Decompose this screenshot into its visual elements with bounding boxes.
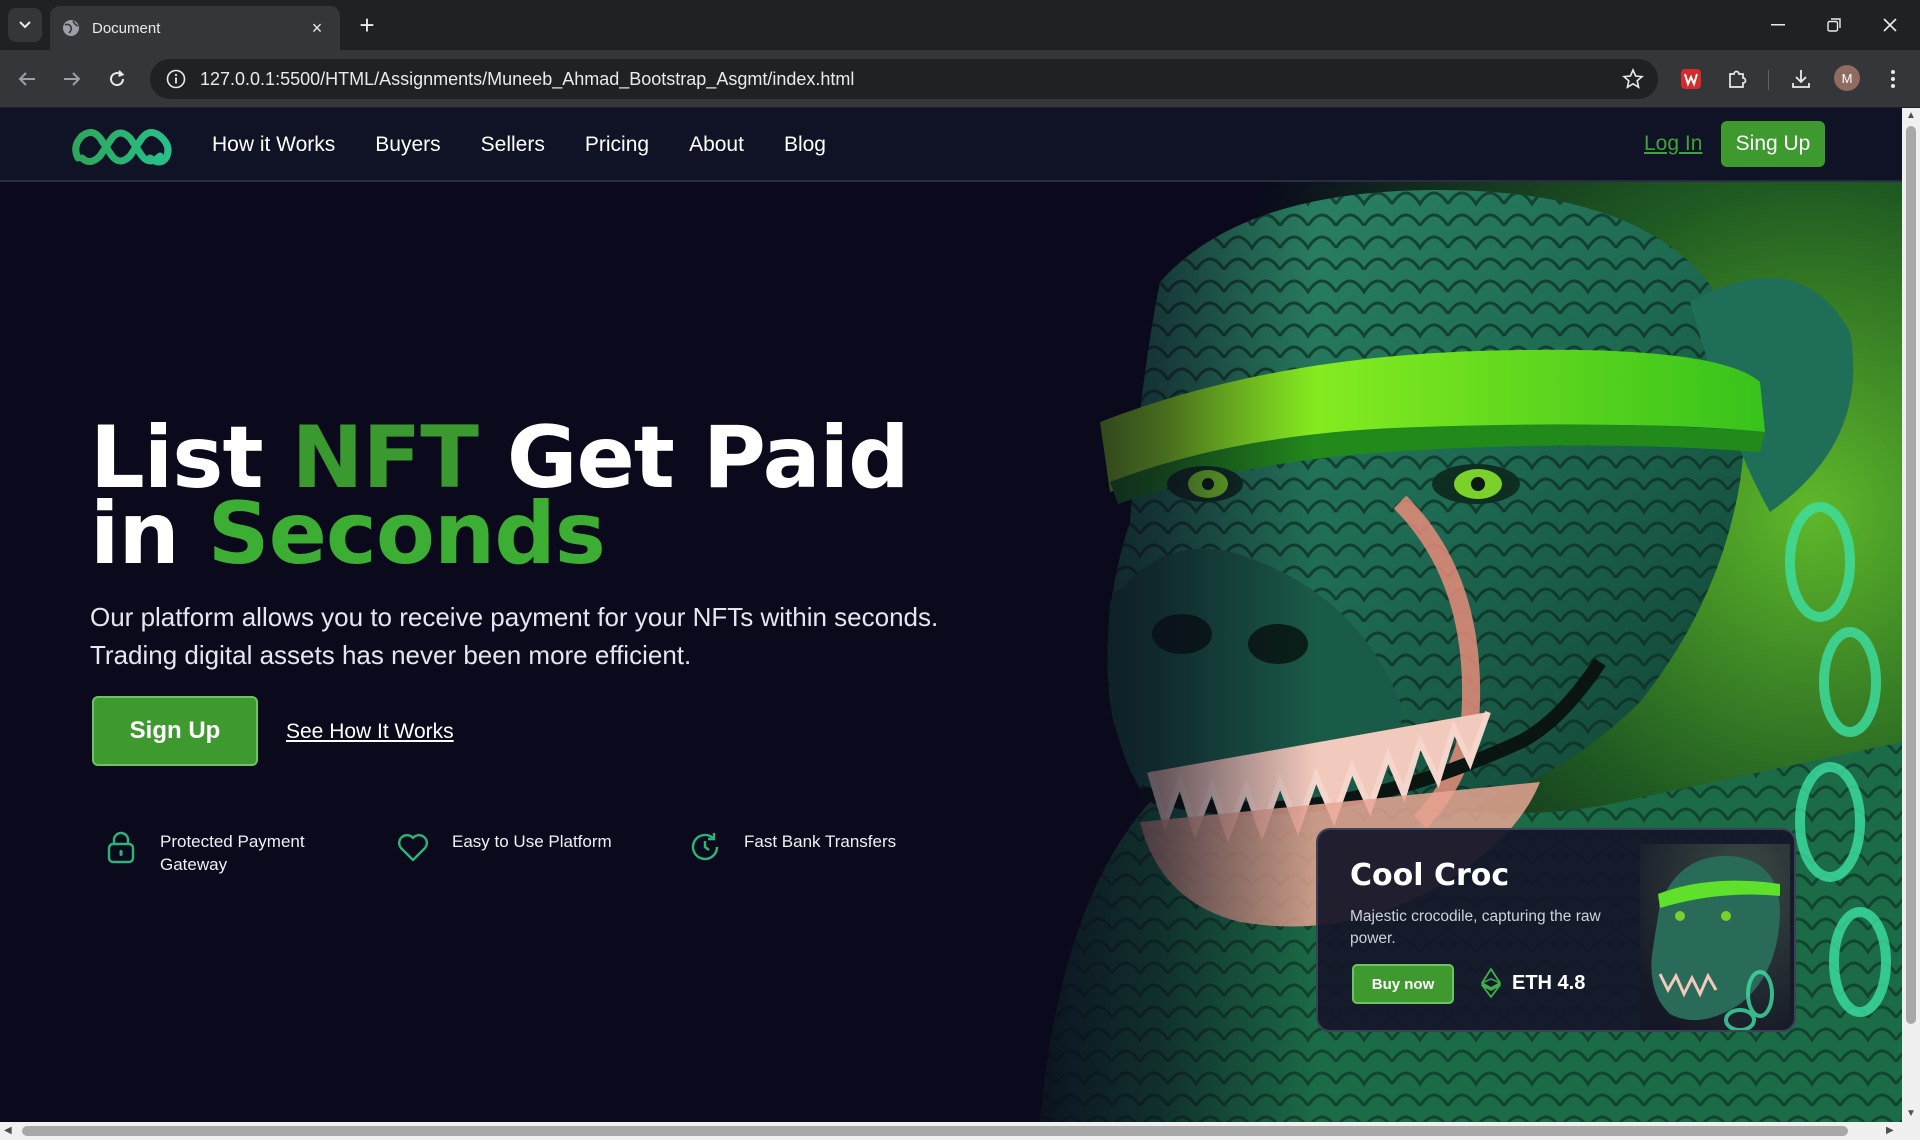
hero-headline: List NFT Get Paid in Seconds xyxy=(90,415,910,577)
forward-button[interactable] xyxy=(55,62,89,96)
puzzle-icon xyxy=(1729,70,1747,88)
nav-link-about[interactable]: About xyxy=(689,133,744,157)
feature-label: Fast Bank Transfers xyxy=(744,832,897,851)
scroll-left-arrow-icon[interactable]: ◀ xyxy=(4,1125,12,1136)
hero-description: Our platform allows you to receive payme… xyxy=(90,602,939,670)
address-bar[interactable]: 127.0.0.1:5500/HTML/Assignments/Muneeb_A… xyxy=(150,59,1658,99)
tab-search-button[interactable] xyxy=(8,8,42,42)
bookmark-star-icon[interactable] xyxy=(1622,68,1644,90)
site-info-icon[interactable] xyxy=(166,69,186,89)
nft-card: Cool Croc Majestic crocodile, capturing … xyxy=(1316,828,1796,1032)
close-icon xyxy=(1883,18,1897,32)
horizontal-scrollbar[interactable]: ◀ ▶ xyxy=(0,1122,1920,1140)
login-link[interactable]: Log In xyxy=(1644,132,1702,156)
browser-tab-bar: Document × + xyxy=(0,0,1920,50)
arrow-right-icon xyxy=(64,72,81,86)
red-extension-icon xyxy=(1681,69,1701,89)
downloads-button[interactable] xyxy=(1786,64,1816,94)
ethereum-icon xyxy=(1481,968,1501,998)
download-icon xyxy=(1792,70,1810,88)
feature-label: Easy to Use Platform xyxy=(452,832,612,851)
scroll-right-arrow-icon[interactable]: ▶ xyxy=(1886,1125,1894,1136)
headline-word: in xyxy=(90,484,180,584)
profile-avatar[interactable]: M xyxy=(1834,65,1860,91)
headline-highlight-seconds: Seconds xyxy=(207,484,606,584)
kebab-menu-icon xyxy=(1891,70,1895,88)
browser-toolbar: 127.0.0.1:5500/HTML/Assignments/Muneeb_A… xyxy=(0,50,1920,108)
minimize-icon xyxy=(1771,24,1785,26)
vertical-scroll-thumb[interactable] xyxy=(1906,126,1916,1024)
web-page: How it Works Buyers Sellers Pricing Abou… xyxy=(0,108,1902,1122)
feature-fast-transfers: Fast Bank Transfers xyxy=(688,830,896,864)
nav-signup-button[interactable]: Sing Up xyxy=(1721,121,1825,167)
back-button[interactable] xyxy=(10,62,44,96)
nav-link-blog[interactable]: Blog xyxy=(784,133,826,157)
feature-easy-to-use: Easy to Use Platform xyxy=(396,830,612,864)
toolbar-divider xyxy=(1768,70,1769,90)
extension-icon[interactable] xyxy=(1676,64,1706,94)
horizontal-scroll-thumb[interactable] xyxy=(22,1126,1848,1136)
extensions-button[interactable] xyxy=(1722,64,1752,94)
vertical-scrollbar[interactable]: ▲ ▼ xyxy=(1902,108,1920,1122)
hero-signup-button[interactable]: Sign Up xyxy=(92,696,258,766)
cool-croc-thumbnail xyxy=(1640,844,1790,1030)
arrow-left-icon xyxy=(18,72,35,86)
nav-link-buyers[interactable]: Buyers xyxy=(375,133,440,157)
new-tab-button[interactable]: + xyxy=(352,10,382,40)
card-price: ETH 4.8 xyxy=(1480,968,1585,998)
nav-link-how-it-works[interactable]: How it Works xyxy=(212,133,335,157)
site-navbar: How it Works Buyers Sellers Pricing Abou… xyxy=(0,108,1902,182)
brand-logo-icon[interactable] xyxy=(72,124,174,168)
reload-icon xyxy=(110,70,125,87)
buy-now-button[interactable]: Buy now xyxy=(1352,964,1454,1004)
minimize-button[interactable] xyxy=(1750,0,1806,50)
feature-label: Protected Payment Gateway xyxy=(160,832,305,874)
scroll-down-arrow-icon[interactable]: ▼ xyxy=(1906,1108,1916,1119)
globe-icon xyxy=(63,20,79,36)
chevron-down-icon xyxy=(19,21,31,29)
tab-title: Document xyxy=(92,19,161,37)
clock-refresh-icon xyxy=(691,833,719,861)
heart-icon xyxy=(398,834,428,862)
nav-link-pricing[interactable]: Pricing xyxy=(585,133,649,157)
lock-icon xyxy=(107,831,135,864)
close-window-button[interactable] xyxy=(1862,0,1918,50)
card-title: Cool Croc xyxy=(1350,858,1510,893)
feature-protected-payment: Protected Payment Gateway xyxy=(104,830,305,876)
price-value: ETH 4.8 xyxy=(1512,971,1586,994)
restore-icon xyxy=(1827,18,1841,32)
card-description: Majestic crocodile, capturing the raw po… xyxy=(1350,908,1601,947)
nav-link-sellers[interactable]: Sellers xyxy=(481,133,545,157)
close-tab-icon[interactable]: × xyxy=(306,17,328,39)
browser-tab[interactable]: Document × xyxy=(50,6,340,50)
url-text: 127.0.0.1:5500/HTML/Assignments/Muneeb_A… xyxy=(200,68,855,89)
menu-button[interactable] xyxy=(1878,64,1908,94)
nav-links: How it Works Buyers Sellers Pricing Abou… xyxy=(212,108,866,182)
reload-button[interactable] xyxy=(100,62,134,96)
see-how-it-works-link[interactable]: See How It Works xyxy=(286,720,454,744)
restore-button[interactable] xyxy=(1806,0,1862,50)
scroll-up-arrow-icon[interactable]: ▲ xyxy=(1906,110,1916,121)
